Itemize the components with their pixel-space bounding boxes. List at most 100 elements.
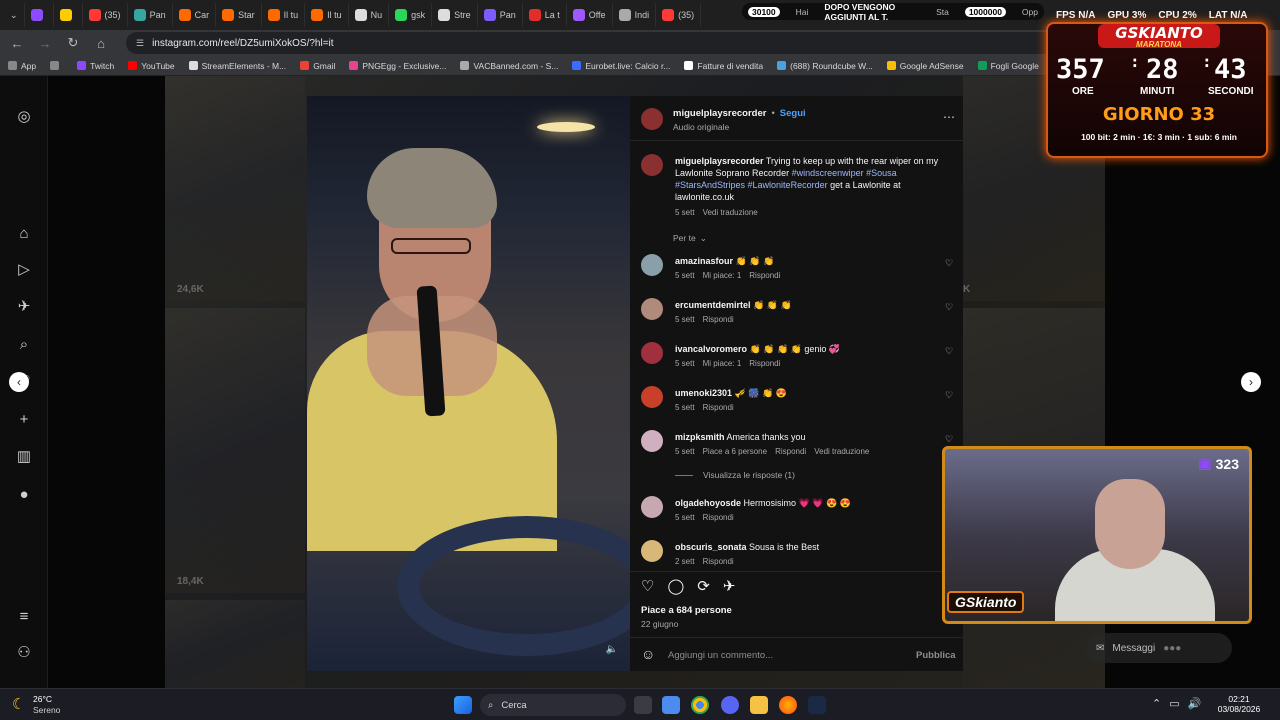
bookmark-item[interactable]: YouTube bbox=[128, 61, 175, 71]
comment-avatar[interactable] bbox=[641, 496, 663, 518]
forward-icon[interactable]: → bbox=[36, 34, 54, 52]
steam-icon[interactable] bbox=[808, 696, 826, 714]
messages-icon[interactable]: ✈ bbox=[14, 296, 34, 316]
audio-label[interactable]: Audio originale bbox=[673, 122, 729, 132]
site-info-icon[interactable]: ☰ bbox=[136, 38, 144, 49]
translate-link[interactable]: Vedi traduzione bbox=[703, 208, 758, 217]
author-avatar[interactable] bbox=[641, 108, 663, 130]
browser-tab[interactable]: Pan bbox=[128, 3, 173, 27]
chrome-icon[interactable] bbox=[691, 696, 709, 714]
comment-likes[interactable]: Piace a 6 persone bbox=[703, 447, 768, 456]
comment-avatar[interactable] bbox=[641, 342, 663, 364]
bookmark-item[interactable]: Gmail bbox=[300, 61, 335, 71]
browser-tab[interactable]: (35) bbox=[656, 3, 702, 27]
firefox-icon[interactable] bbox=[779, 696, 797, 714]
comment-likes[interactable]: Mi piace: 1 bbox=[703, 271, 742, 280]
browser-tab[interactable]: Nu bbox=[349, 3, 390, 27]
browser-tab[interactable]: Indi bbox=[613, 3, 657, 27]
comment-like-icon[interactable]: ♡ bbox=[945, 390, 953, 401]
comment-extra[interactable]: Vedi traduzione bbox=[814, 447, 869, 456]
comment-like-icon[interactable]: ♡ bbox=[945, 258, 953, 269]
browser-tab[interactable] bbox=[54, 3, 83, 27]
repost-icon[interactable]: ⟳ bbox=[697, 577, 710, 595]
comment-reply[interactable]: Rispondi bbox=[703, 513, 734, 522]
comment-avatar[interactable] bbox=[641, 540, 663, 562]
comment-username[interactable]: amazinasfour bbox=[675, 256, 733, 266]
comment-username[interactable]: ivancalvoromero bbox=[675, 344, 747, 354]
search-icon[interactable]: ⌕ bbox=[14, 334, 34, 354]
comment-reply[interactable]: Rispondi bbox=[775, 447, 806, 456]
reload-icon[interactable]: ↻ bbox=[64, 34, 82, 52]
home-icon[interactable]: ⌂ bbox=[92, 34, 110, 52]
volume-icon[interactable]: 🔊 bbox=[1188, 697, 1202, 710]
network-icon[interactable]: ▭ bbox=[1169, 697, 1179, 710]
profile-avatar-icon[interactable]: ● bbox=[14, 484, 34, 504]
comment-like-icon[interactable]: ♡ bbox=[945, 302, 953, 313]
bookmark-item[interactable]: Eurobet.live: Calcio r... bbox=[572, 61, 670, 71]
follow-button[interactable]: Segui bbox=[780, 108, 806, 119]
create-icon[interactable]: + bbox=[14, 409, 34, 429]
comment-reply[interactable]: Rispondi bbox=[703, 557, 734, 566]
author-username[interactable]: miguelplaysrecorder bbox=[673, 108, 766, 119]
task-view-icon[interactable] bbox=[634, 696, 652, 714]
view-replies-link[interactable]: Visualizza le risposte (1) bbox=[675, 470, 795, 480]
reel-video[interactable]: 🔈 bbox=[307, 96, 630, 671]
likes-count[interactable]: Piace a 684 persone bbox=[641, 605, 732, 616]
browser-tab[interactable]: (35) bbox=[83, 3, 128, 27]
weather-condition[interactable]: Sereno bbox=[33, 705, 60, 715]
comment-username[interactable]: mizpksmith bbox=[675, 432, 725, 442]
comment-avatar[interactable] bbox=[641, 298, 663, 320]
dashboard-icon[interactable]: ▥ bbox=[14, 446, 34, 466]
messages-button[interactable]: ✉ Messaggi ●●● bbox=[1086, 633, 1232, 663]
back-icon[interactable]: ← bbox=[8, 34, 26, 52]
comment-like-icon[interactable]: ♡ bbox=[945, 346, 953, 357]
browser-tab[interactable]: gsk bbox=[389, 3, 433, 27]
more-options-icon[interactable]: ⋯ bbox=[943, 110, 955, 124]
comment-reply[interactable]: Rispondi bbox=[703, 315, 734, 324]
browser-tab[interactable]: Il tu bbox=[305, 3, 349, 27]
bookmark-item[interactable]: Twitch bbox=[77, 61, 114, 71]
bookmark-item[interactable]: PNGEgg - Exclusive... bbox=[349, 61, 446, 71]
comment-username[interactable]: obscuris_sonata bbox=[675, 542, 747, 552]
emoji-icon[interactable]: ☺ bbox=[641, 646, 655, 662]
comment-likes[interactable]: Mi piace: 1 bbox=[703, 359, 742, 368]
comment-username[interactable]: umenoki2301 bbox=[675, 388, 732, 398]
browser-tab[interactable]: La t bbox=[523, 3, 567, 27]
comment-avatar[interactable] bbox=[641, 386, 663, 408]
url-input[interactable]: ☰ instagram.com/reel/DZ5umiXokOS/?hl=it bbox=[126, 32, 1056, 54]
browser-tab[interactable]: Offe bbox=[567, 3, 613, 27]
previous-reel-arrow-icon[interactable]: ‹ bbox=[9, 372, 29, 392]
caption-author-avatar[interactable] bbox=[641, 154, 663, 176]
weather-icon[interactable]: ☾ bbox=[12, 695, 25, 713]
bookmark-item[interactable]: Fogli Google bbox=[977, 61, 1039, 71]
comment-like-icon[interactable]: ♡ bbox=[945, 434, 953, 445]
sort-dropdown[interactable]: Per te ⌄ bbox=[673, 233, 707, 244]
menu-icon[interactable]: ≡ bbox=[14, 606, 34, 626]
volume-icon[interactable]: 🔈 bbox=[604, 641, 620, 657]
comment-avatar[interactable] bbox=[641, 254, 663, 276]
windows-start-icon[interactable] bbox=[454, 696, 472, 714]
bookmark-item[interactable]: App bbox=[8, 61, 36, 71]
comment-username[interactable]: ercumentdemirtel bbox=[675, 300, 751, 310]
browser-tab[interactable]: Il tu bbox=[262, 3, 306, 27]
like-icon[interactable]: ♡ bbox=[641, 577, 654, 595]
comment-username[interactable]: olgadehoyosde bbox=[675, 498, 741, 508]
file-explorer-icon[interactable] bbox=[750, 696, 768, 714]
comment-input[interactable]: Aggiungi un commento... bbox=[668, 650, 773, 661]
next-reel-arrow-icon[interactable]: › bbox=[1241, 372, 1261, 392]
discord-icon[interactable] bbox=[721, 696, 739, 714]
comment-avatar[interactable] bbox=[641, 430, 663, 452]
reels-icon[interactable]: ▷ bbox=[14, 259, 34, 279]
browser-tab[interactable] bbox=[25, 3, 54, 27]
browser-tab[interactable]: Star bbox=[216, 3, 262, 27]
more-apps-icon[interactable]: ⚇ bbox=[14, 642, 34, 662]
bookmark-item[interactable]: StreamElements - M... bbox=[188, 61, 286, 71]
bookmark-item[interactable]: Google AdSense bbox=[886, 61, 964, 71]
bookmark-item[interactable]: VACBanned.com - S... bbox=[460, 61, 558, 71]
comment-reply[interactable]: Rispondi bbox=[749, 359, 780, 368]
comment-reply[interactable]: Rispondi bbox=[749, 271, 780, 280]
browser-tab[interactable]: Pan bbox=[478, 3, 523, 27]
clock[interactable]: 02:21 03/08/2026 bbox=[1214, 694, 1264, 714]
tab-list-button[interactable]: ⌄ bbox=[4, 3, 25, 27]
tray-chevron-icon[interactable]: ⌃ bbox=[1152, 697, 1161, 710]
